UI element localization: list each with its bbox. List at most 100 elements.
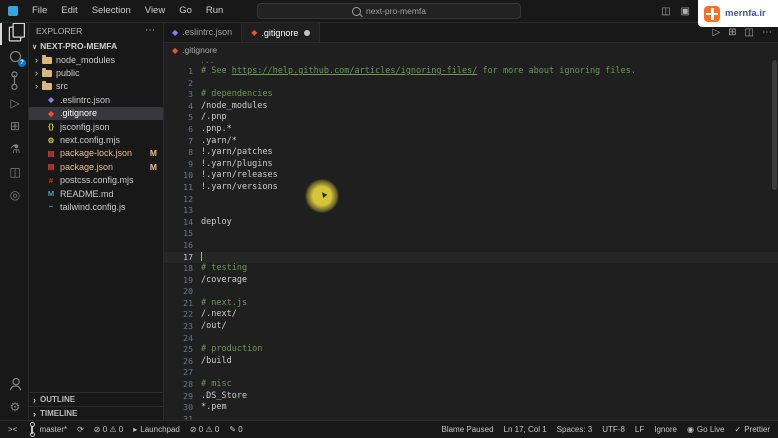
status-launchpad[interactable]: ▸ Launchpad	[133, 425, 180, 434]
code-line[interactable]: 12	[163, 194, 778, 206]
menu-run[interactable]: Run	[199, 0, 230, 22]
split-editor-icon[interactable]: ◫	[745, 27, 754, 38]
chevron-right-icon	[35, 81, 38, 91]
code-line[interactable]: 8 !.yarn/patches	[163, 147, 778, 159]
code-line[interactable]: 16	[163, 240, 778, 252]
tree-item-package-json[interactable]: ▤ package.json M	[28, 160, 163, 173]
status-prettier[interactable]: ✓ Prettier	[735, 425, 771, 434]
code-line[interactable]: 17	[163, 251, 778, 264]
toggle-panel-icon[interactable]: ◫	[661, 6, 670, 17]
run-icon[interactable]: ▷	[712, 27, 720, 38]
tree-item-tailwind-config-js[interactable]: ~ tailwind.config.js	[28, 200, 163, 213]
status-language-mode[interactable]: Ignore	[654, 425, 677, 434]
tree-item-public[interactable]: public	[28, 66, 163, 79]
status-indentation[interactable]: Spaces: 3	[557, 425, 593, 434]
tree-item-node-modules[interactable]: node_modules	[28, 53, 163, 66]
activity-explorer[interactable]	[0, 22, 28, 45]
project-root-row[interactable]: NEXT-PRO-MEMFA	[28, 39, 163, 53]
mernfa-badge[interactable]: mernfa.ir	[698, 0, 778, 27]
status-problems[interactable]: ⊘ 0 ⚠ 0	[94, 425, 123, 434]
activity-testing[interactable]: ⚗	[0, 137, 28, 160]
code-token: !.yarn/versions	[201, 181, 278, 192]
text-cursor	[201, 251, 202, 261]
code-line[interactable]: 26/build	[163, 356, 778, 368]
activity-remote-explorer[interactable]: ◫	[0, 160, 28, 183]
code-line[interactable]: 30 *.pem	[163, 402, 778, 414]
status-go-live[interactable]: ◉ Go Live	[687, 425, 725, 434]
code-line[interactable]: 4/node_modules	[163, 101, 778, 113]
code-line[interactable]: 3 # dependencies	[163, 89, 778, 101]
status-pending-edits[interactable]: ✎ 0	[229, 425, 242, 434]
status-git-branch[interactable]: master*	[27, 422, 67, 437]
code-line[interactable]: 14 deploy	[163, 217, 778, 229]
status-cursor-position[interactable]: Ln 17, Col 1	[504, 425, 547, 434]
tab--eslintrc-json[interactable]: ◆ .eslintrc.json	[163, 22, 243, 42]
activity-accounts[interactable]	[0, 372, 28, 395]
status-remote-indicator[interactable]: ><	[8, 425, 17, 434]
code-line[interactable]: 10 !.yarn/releases	[163, 170, 778, 182]
activity-custom-view[interactable]: ◎	[0, 183, 28, 206]
code-line[interactable]: 11 !.yarn/versions	[163, 182, 778, 194]
status-blame-status[interactable]: Blame Paused	[441, 425, 493, 434]
activity-source-control[interactable]	[0, 68, 28, 91]
menu-view[interactable]: View	[138, 0, 172, 22]
status-eol[interactable]: LF	[635, 425, 644, 434]
explorer-more-actions-icon[interactable]	[145, 25, 155, 36]
code-line[interactable]: 7 .yarn/*	[163, 136, 778, 148]
tree-item-jsconfig-json[interactable]: {} jsconfig.json	[28, 120, 163, 133]
line-text: # See https://help.github.com/articles/i…	[201, 66, 636, 78]
menu-file[interactable]: File	[25, 0, 54, 22]
status-encoding[interactable]: UTF-8	[602, 425, 625, 434]
more-actions-icon[interactable]: ⋯	[762, 27, 772, 38]
activity-settings[interactable]: ⚙	[0, 395, 28, 418]
explorer-sidebar: EXPLORER NEXT-PRO-MEMFA node_modulespubl…	[28, 22, 164, 420]
section-outline[interactable]: OUTLINE	[28, 392, 163, 406]
code-line[interactable]: 1 # See https://help.github.com/articles/…	[163, 66, 778, 78]
menu-go[interactable]: Go	[172, 0, 199, 22]
code-line[interactable]: 20	[163, 286, 778, 298]
breadcrumb[interactable]: ◆ .gitignore	[163, 43, 778, 57]
code-line[interactable]: 21 # next.js	[163, 298, 778, 310]
status-problems-secondary[interactable]: ⊘ 0 ⚠ 0	[190, 425, 219, 434]
code-line[interactable]: 18 # testing	[163, 263, 778, 275]
code-line[interactable]: 13	[163, 205, 778, 217]
code-line[interactable]: 9 !.yarn/plugins	[163, 159, 778, 171]
code-token: /.pnp	[201, 112, 227, 123]
code-line[interactable]: 28 # misc	[163, 379, 778, 391]
editor-scrollbar[interactable]	[772, 60, 777, 190]
customize-layout-icon[interactable]: ▣	[681, 6, 690, 17]
code-line[interactable]: 24	[163, 333, 778, 345]
activity-run-debug[interactable]: ▷	[0, 91, 28, 114]
code-line[interactable]: 27	[163, 367, 778, 379]
tree-item--eslintrc-json[interactable]: ◆ .eslintrc.json	[28, 93, 163, 106]
tree-item-src[interactable]: src	[28, 80, 163, 93]
tree-item-readme-md[interactable]: M README.md	[28, 187, 163, 200]
activity-search[interactable]: ?	[0, 45, 28, 68]
code-line[interactable]: 22 /.next/	[163, 309, 778, 321]
code-line[interactable]: 15	[163, 228, 778, 240]
layout-grid-icon[interactable]: ⊞	[728, 27, 736, 38]
code-line[interactable]: 6 .pnp.*	[163, 124, 778, 136]
tree-item-package-lock-json[interactable]: ▤ package-lock.json M	[28, 147, 163, 160]
tree-item--gitignore[interactable]: ◆ .gitignore	[28, 106, 163, 120]
code-line[interactable]: 25 # production	[163, 344, 778, 356]
code-line[interactable]: 5 /.pnp	[163, 112, 778, 124]
tree-item-next-config-mjs[interactable]: ⚙ next.config.mjs	[28, 133, 163, 146]
code-line[interactable]: 29 .DS_Store	[163, 391, 778, 403]
tree-item-postcss-config-mjs[interactable]: # postcss.config.mjs	[28, 174, 163, 187]
command-center-search[interactable]: next-pro-memfa	[257, 3, 521, 19]
status-sync-icon[interactable]: ⟳	[77, 425, 84, 434]
code-line[interactable]: 19/coverage	[163, 275, 778, 287]
activity-extensions[interactable]: ⊞	[0, 114, 28, 137]
menu-selection[interactable]: Selection	[85, 0, 138, 22]
app-icon[interactable]	[8, 6, 18, 16]
code-line[interactable]: 2	[163, 78, 778, 90]
code-area[interactable]: ... 1 # See https://help.github.com/artic…	[163, 56, 778, 420]
code-line[interactable]: 23/out/	[163, 321, 778, 333]
tab-label: .eslintrc.json	[182, 27, 233, 37]
tab--gitignore[interactable]: ◆ .gitignore	[242, 22, 321, 42]
section-timeline[interactable]: TIMELINE	[28, 406, 163, 420]
code-link[interactable]: https://help.github.com/articles/ignorin…	[232, 66, 478, 76]
code-token: for more about ignoring files.	[477, 66, 636, 76]
menu-edit[interactable]: Edit	[54, 0, 84, 22]
